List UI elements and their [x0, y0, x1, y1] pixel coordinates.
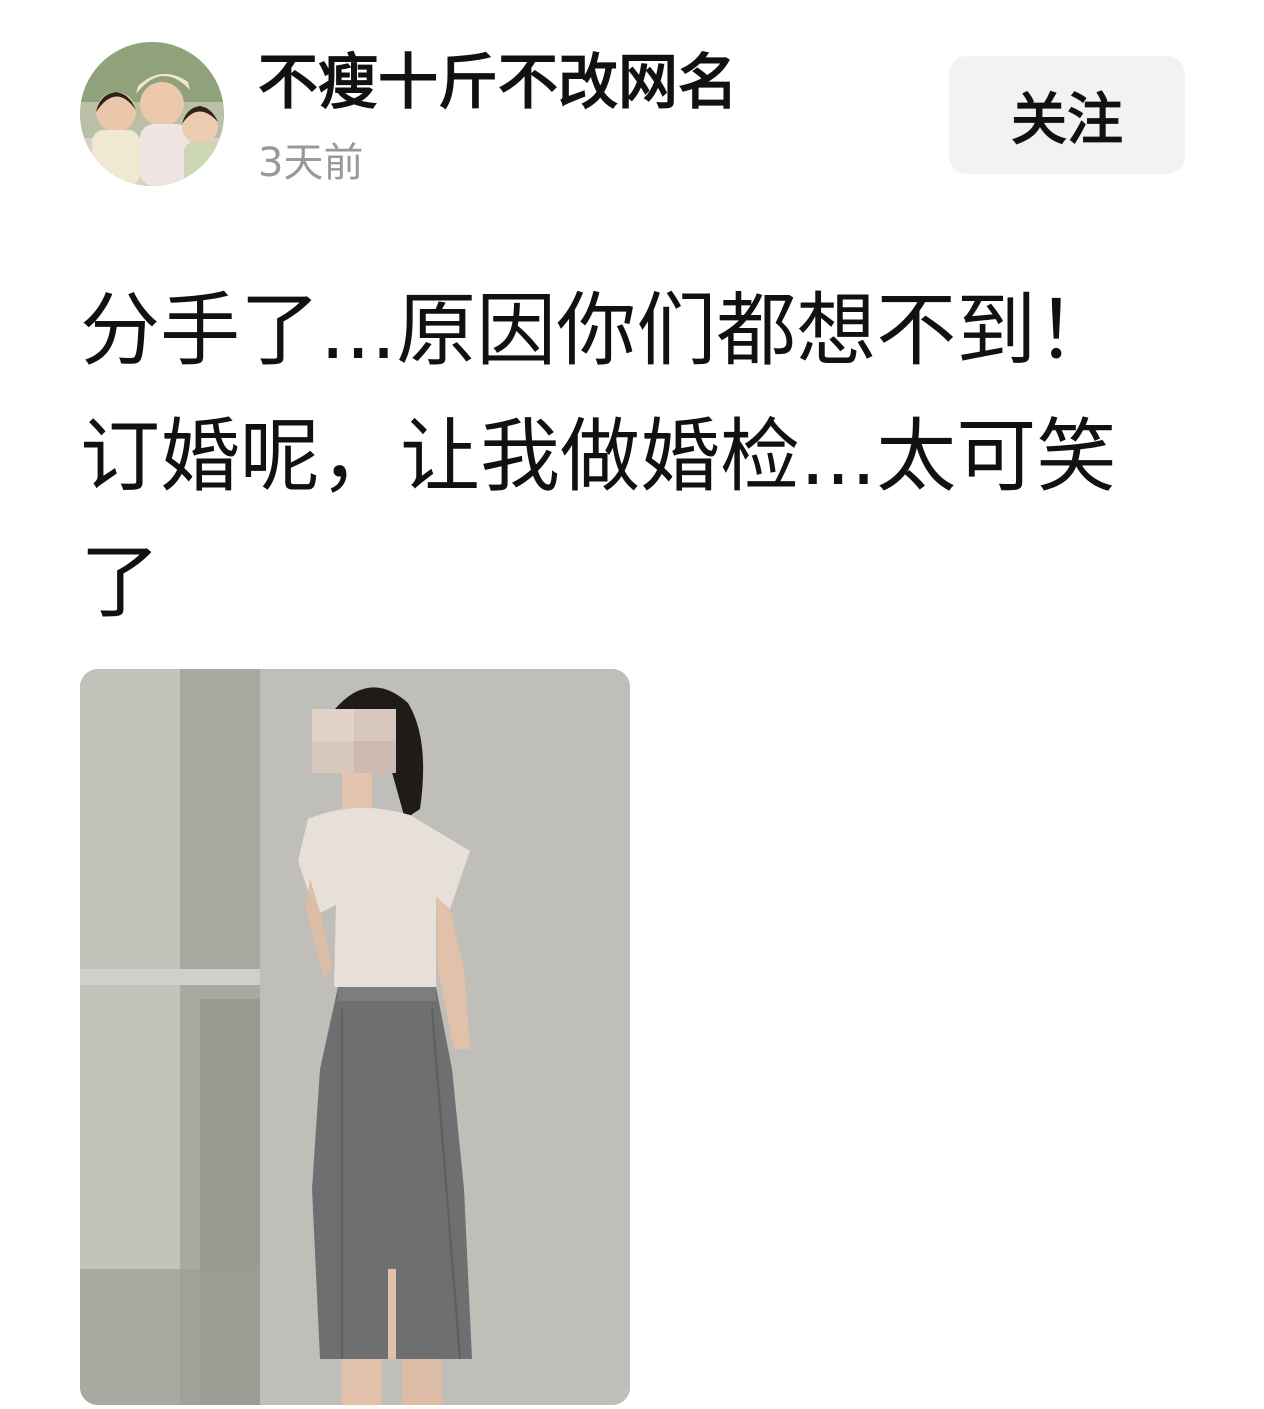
post-card: 不瘦十斤不改网名 3天前 关注 分手了...原因你们都想不到！订婚呢，让我做婚检…: [0, 0, 1264, 1409]
follow-button[interactable]: 关注: [949, 56, 1185, 174]
post-image[interactable]: [80, 669, 630, 1405]
post-text: 分手了...原因你们都想不到！订婚呢，让我做婚检...太可笑了: [80, 284, 1117, 629]
avatar-photo: [80, 42, 224, 186]
post-timestamp: 3天前: [258, 140, 364, 186]
author-avatar[interactable]: [80, 42, 224, 186]
post-photo: [80, 669, 630, 1405]
author-name[interactable]: 不瘦十斤不改网名: [258, 50, 738, 116]
